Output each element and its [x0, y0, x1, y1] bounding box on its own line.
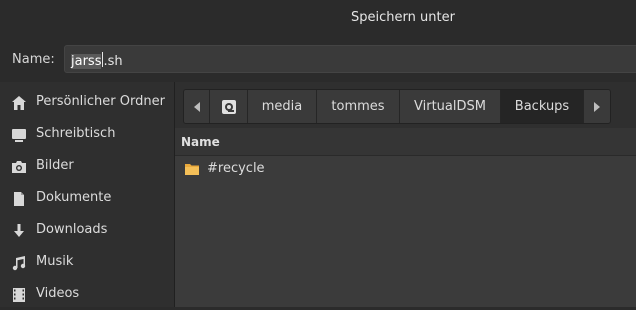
sidebar-item-videos[interactable]: Videos — [0, 278, 174, 310]
camera-icon — [12, 161, 26, 173]
path-crumb-backups[interactable]: Backups — [501, 90, 584, 123]
sidebar-item-desktop[interactable]: Schreibtisch — [0, 118, 174, 150]
path-bar: media tommes VirtualDSM Backups — [183, 89, 611, 124]
path-scroll-right-button[interactable] — [584, 90, 610, 123]
sidebar-item-label: Videos — [36, 286, 80, 301]
sidebar-item-music[interactable]: Musik — [0, 246, 174, 278]
folder-icon — [185, 164, 199, 175]
sidebar-item-home[interactable]: Persönlicher Ordner — [0, 86, 174, 118]
path-crumb-virtualdsm[interactable]: VirtualDSM — [400, 90, 501, 123]
sidebar-item-label: Downloads — [36, 222, 108, 237]
filename-rest-text: .sh — [103, 54, 123, 69]
name-label: Name: — [12, 52, 55, 67]
document-icon — [14, 192, 24, 206]
sidebar-item-label: Schreibtisch — [36, 126, 116, 141]
title-bar: Speichern unter — [0, 0, 636, 38]
path-root-drive-button[interactable] — [210, 90, 248, 123]
path-crumb-tommes[interactable]: tommes — [317, 90, 400, 123]
sidebar-item-documents[interactable]: Dokumente — [0, 182, 174, 214]
file-browser: media tommes VirtualDSM Backups Name #re… — [175, 82, 636, 307]
sidebar-item-label: Persönlicher Ordner — [36, 94, 165, 109]
chevron-left-icon — [193, 101, 200, 112]
column-header-name[interactable]: Name — [175, 128, 636, 156]
path-crumb-media[interactable]: media — [248, 90, 317, 123]
list-item[interactable]: #recycle — [175, 156, 636, 182]
filename-selected-text: jarss — [71, 54, 102, 69]
column-header-label: Name — [181, 135, 220, 149]
places-sidebar: Persönlicher Ordner Schreibtisch Bilder … — [0, 82, 174, 307]
window-title: Speichern unter — [351, 10, 455, 25]
sidebar-item-pictures[interactable]: Bilder — [0, 150, 174, 182]
sidebar-item-label: Bilder — [36, 158, 74, 173]
drive-icon — [221, 99, 236, 114]
sidebar-item-label: Musik — [36, 254, 74, 269]
file-name: #recycle — [207, 161, 265, 176]
sidebar-item-label: Dokumente — [36, 190, 112, 205]
path-bar-area: media tommes VirtualDSM Backups — [175, 82, 636, 128]
path-scroll-left-button[interactable] — [184, 90, 210, 123]
desktop-icon — [12, 129, 26, 142]
chevron-right-icon — [594, 101, 600, 112]
filename-input[interactable]: jarss .sh — [64, 45, 636, 73]
music-icon — [12, 256, 26, 271]
home-icon — [12, 96, 26, 110]
sidebar-item-downloads[interactable]: Downloads — [0, 214, 174, 246]
download-icon — [14, 224, 24, 237]
video-icon — [13, 288, 25, 302]
